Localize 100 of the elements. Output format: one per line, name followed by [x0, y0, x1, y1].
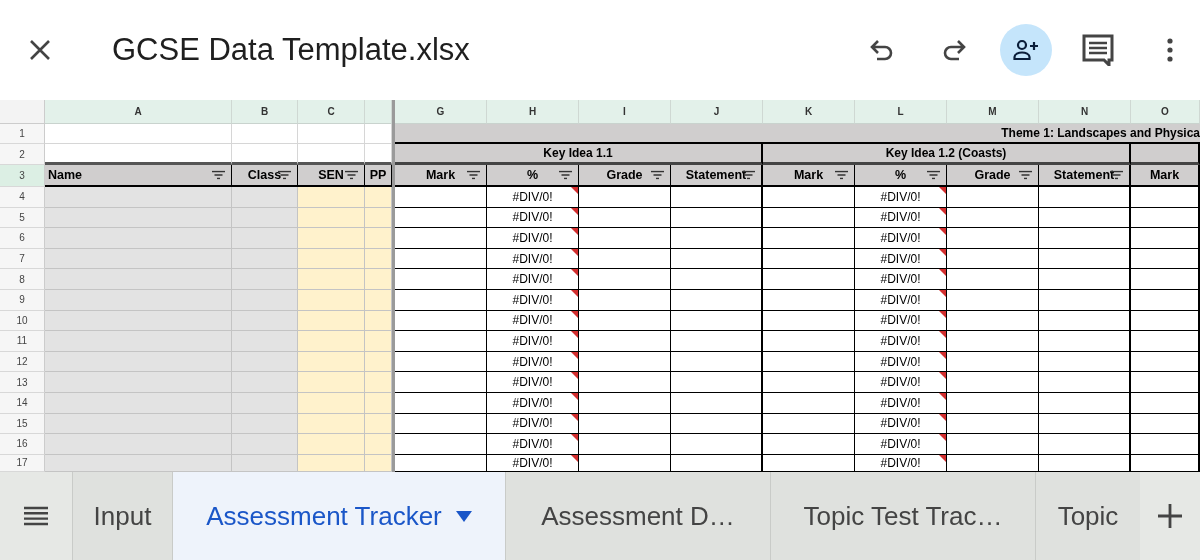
filter-icon[interactable]: [345, 170, 358, 180]
table-cell: #DIV/0!: [487, 269, 579, 290]
column-header[interactable]: I: [579, 100, 671, 124]
column-header[interactable]: G: [395, 100, 487, 124]
table-cell: #DIV/0!: [855, 187, 947, 208]
filter-icon[interactable]: [651, 170, 664, 180]
filter-icon[interactable]: [467, 170, 480, 180]
table-cell: [232, 434, 298, 455]
table-cell: [1131, 331, 1200, 352]
column-title: Grade: [974, 168, 1011, 182]
table-cell: [298, 269, 365, 290]
row-number[interactable]: 14: [0, 392, 45, 414]
table-cell: #DIV/0!: [487, 289, 579, 311]
table-cell: #DIV/0!: [487, 434, 579, 455]
table-cell: [365, 434, 392, 455]
table-cell: [232, 248, 298, 270]
table-cell: [365, 310, 392, 332]
filter-icon[interactable]: [835, 170, 848, 180]
table-cell: #DIV/0!: [855, 392, 947, 414]
table-cell: #DIV/0!: [487, 207, 579, 229]
table-cell: [298, 248, 365, 270]
row-number[interactable]: 2: [0, 144, 45, 165]
table-cell: [1131, 434, 1200, 455]
column-title: Mark: [425, 168, 456, 182]
table-cell: [232, 392, 298, 414]
table-cell: [1131, 351, 1200, 373]
row-number[interactable]: 10: [0, 310, 45, 332]
table-cell: [365, 351, 392, 373]
table-cell: [365, 413, 392, 435]
table-cell: #DIV/0!: [855, 207, 947, 229]
menu-icon: [24, 506, 48, 526]
table-cell: [1131, 269, 1200, 290]
table-cell: [298, 434, 365, 455]
document-title: GCSE Data Template.xlsx: [112, 32, 471, 68]
column-header[interactable]: L: [855, 100, 947, 124]
table-cell: [298, 372, 365, 393]
table-cell: #DIV/0!: [855, 228, 947, 249]
row-number[interactable]: 13: [0, 372, 45, 393]
row-number[interactable]: 15: [0, 413, 45, 435]
table-cell: [1131, 392, 1200, 414]
column-title: Class: [247, 168, 282, 182]
row-number[interactable]: 3: [0, 165, 45, 187]
row-number[interactable]: 8: [0, 269, 45, 290]
table-cell: #DIV/0!: [487, 248, 579, 270]
table-cell: [232, 310, 298, 332]
row-number[interactable]: 16: [0, 434, 45, 455]
row-number[interactable]: 4: [0, 187, 45, 208]
column-header[interactable]: A: [45, 100, 232, 124]
filter-icon[interactable]: [559, 170, 572, 180]
table-cell: [365, 124, 392, 144]
filter-icon[interactable]: [1019, 170, 1032, 180]
table-cell: [232, 269, 298, 290]
column-header[interactable]: K: [763, 100, 855, 124]
table-cell: #DIV/0!: [487, 351, 579, 373]
table-cell: [365, 392, 392, 414]
row-number[interactable]: 1: [0, 124, 45, 144]
row-number[interactable]: 9: [0, 289, 45, 311]
table-cell: [365, 289, 392, 311]
column-header[interactable]: H: [487, 100, 579, 124]
table-cell: #DIV/0!: [855, 434, 947, 455]
table-cell: #DIV/0!: [855, 351, 947, 373]
row-number[interactable]: 12: [0, 351, 45, 373]
column-header[interactable]: B: [232, 100, 298, 124]
table-cell: #DIV/0!: [855, 289, 947, 311]
column-header[interactable]: C: [298, 100, 365, 124]
row-number[interactable]: 6: [0, 228, 45, 249]
table-cell: [1131, 207, 1200, 229]
column-header[interactable]: N: [1039, 100, 1131, 124]
table-cell: [232, 331, 298, 352]
column-header[interactable]: M: [947, 100, 1039, 124]
plus-icon: [1158, 504, 1182, 528]
table-cell: [365, 372, 392, 393]
table-cell: [232, 207, 298, 229]
more-icon: [1166, 38, 1174, 62]
row-number[interactable]: 7: [0, 248, 45, 270]
table-cell: #DIV/0!: [487, 331, 579, 352]
table-cell: #DIV/0!: [855, 372, 947, 393]
column-title: Name: [48, 168, 83, 182]
column-title: Statement: [685, 168, 747, 182]
column-header[interactable]: J: [671, 100, 763, 124]
table-cell: [365, 228, 392, 249]
row-number[interactable]: 11: [0, 331, 45, 352]
add-person-icon: [1013, 39, 1039, 61]
filter-icon[interactable]: [212, 170, 225, 180]
menu-button[interactable]: [0, 472, 72, 560]
table-cell: #DIV/0!: [487, 392, 579, 414]
table-cell: #DIV/0!: [487, 187, 579, 208]
table-cell: [365, 269, 392, 290]
filter-icon[interactable]: [927, 170, 940, 180]
column-title: Mark: [1149, 168, 1180, 182]
column-title: PP: [369, 168, 387, 182]
comment-icon: [1082, 34, 1114, 66]
column-title: Grade: [606, 168, 643, 182]
table-cell: Key Idea 1.2 (Coasts): [763, 144, 1131, 165]
column-header[interactable]: O: [1131, 100, 1200, 124]
table-cell: #DIV/0!: [855, 269, 947, 290]
share-button[interactable]: [1000, 24, 1052, 76]
table-cell: [1131, 289, 1200, 311]
sheet-tab[interactable]: Assessment Tracker: [172, 472, 505, 560]
row-number[interactable]: 5: [0, 207, 45, 229]
